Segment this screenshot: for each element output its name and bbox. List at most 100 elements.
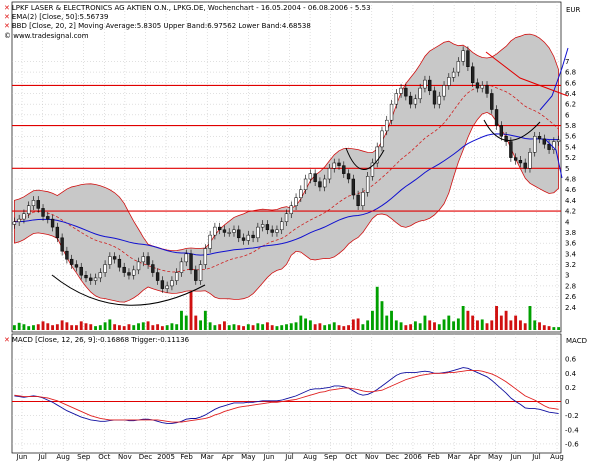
candle-body bbox=[437, 95, 441, 105]
close-icon[interactable]: ✕ bbox=[4, 22, 10, 30]
candle-body bbox=[408, 95, 413, 105]
candle-body bbox=[471, 66, 475, 84]
macd-tick-label: 0.6 bbox=[565, 356, 577, 364]
macd-tick-label: -0.4 bbox=[565, 426, 579, 434]
candle-body bbox=[36, 200, 40, 209]
volume-bar bbox=[404, 325, 408, 330]
candle-body bbox=[394, 93, 398, 105]
volume-bar bbox=[32, 325, 35, 330]
volume-bar bbox=[442, 319, 446, 330]
candle-body bbox=[175, 272, 179, 281]
candle-body bbox=[356, 194, 360, 206]
candle-body bbox=[203, 248, 208, 265]
volume-bar bbox=[199, 320, 203, 330]
candle-body bbox=[294, 197, 298, 206]
volume-bar bbox=[394, 320, 398, 330]
volume-bar bbox=[347, 325, 350, 330]
volume-bar bbox=[509, 320, 513, 330]
volume-bar bbox=[256, 323, 260, 330]
candle-body bbox=[385, 119, 389, 132]
candle-body bbox=[270, 229, 274, 233]
copyright-label: © www.tradesignal.com bbox=[4, 32, 89, 40]
candle-body bbox=[98, 272, 102, 279]
candle-body bbox=[31, 200, 36, 206]
volume-bar bbox=[495, 306, 498, 330]
volume-bar bbox=[471, 315, 475, 330]
price-tick-label: 4 bbox=[565, 218, 570, 226]
candle-body bbox=[404, 87, 408, 97]
candle-body bbox=[117, 258, 122, 268]
candle-body bbox=[170, 280, 174, 287]
volume-bar bbox=[223, 321, 226, 330]
candle-body bbox=[442, 85, 446, 97]
volume-bar bbox=[165, 325, 169, 330]
volume-bar bbox=[180, 310, 183, 330]
candle-body bbox=[65, 250, 69, 260]
candle-body bbox=[308, 173, 313, 180]
macd-unit-label: MACD bbox=[566, 337, 587, 345]
volume-bar bbox=[375, 286, 379, 330]
candle-body bbox=[447, 77, 451, 86]
candle-body bbox=[122, 266, 126, 273]
volume-bar bbox=[65, 322, 69, 330]
candle-body bbox=[461, 50, 465, 62]
close-icon[interactable]: ✕ bbox=[4, 13, 10, 21]
candle-body bbox=[380, 130, 384, 148]
volume-bar bbox=[22, 324, 26, 330]
time-tick-label: 2006 bbox=[404, 453, 422, 461]
volume-bar bbox=[146, 321, 150, 330]
price-tick-label: 3 bbox=[565, 272, 569, 280]
close-icon[interactable]: ✕ bbox=[4, 336, 10, 344]
candle-body bbox=[50, 218, 55, 228]
volume-bar bbox=[251, 325, 255, 330]
volume-bar bbox=[456, 318, 460, 330]
volume-bar bbox=[452, 321, 456, 330]
volume-bar bbox=[308, 320, 312, 330]
candle-body bbox=[280, 221, 284, 231]
macd-tick-label: -0.2 bbox=[565, 412, 579, 420]
volume-bar bbox=[194, 315, 198, 330]
volume-bar bbox=[518, 320, 522, 330]
volume-bar bbox=[242, 326, 245, 330]
candle-body bbox=[108, 256, 112, 265]
volume-bar bbox=[413, 321, 417, 330]
volume-bar bbox=[361, 324, 365, 330]
candle-body bbox=[103, 264, 107, 273]
volume-bar bbox=[261, 324, 265, 330]
volume-bar bbox=[246, 324, 250, 330]
price-tick-label: 5.2 bbox=[565, 154, 576, 162]
volume-bar bbox=[433, 322, 436, 330]
time-tick-label: Apr bbox=[222, 453, 234, 461]
candle-body bbox=[41, 208, 45, 217]
volume-bar bbox=[84, 323, 88, 330]
candle-body bbox=[22, 213, 26, 220]
candle-body bbox=[227, 232, 231, 234]
price-unit-label: EUR bbox=[566, 6, 581, 14]
volume-bar bbox=[160, 326, 164, 330]
volume-bar bbox=[514, 315, 518, 330]
volume-bar bbox=[275, 326, 279, 330]
volume-bar bbox=[103, 322, 107, 330]
volume-bar bbox=[299, 315, 303, 330]
time-tick-label: Feb bbox=[180, 453, 193, 461]
time-tick-label: May bbox=[488, 453, 502, 461]
candle-body bbox=[518, 160, 523, 164]
volume-bar bbox=[55, 324, 59, 330]
stock-chart: 2.4 2.6 2.8 3 3.2 3.4 3.6 3.8 4 4.2 4.4 4.6 4.8 5 5.2 5… bbox=[11, 1, 579, 461]
candle-body bbox=[413, 98, 418, 105]
volume-bar bbox=[523, 323, 527, 330]
volume-bar bbox=[227, 325, 231, 330]
price-tick-label: 2.8 bbox=[565, 282, 576, 290]
close-icon[interactable]: ✕ bbox=[4, 4, 10, 12]
volume-bar bbox=[17, 322, 21, 330]
candle-body bbox=[213, 226, 217, 236]
candle-body bbox=[499, 125, 504, 137]
time-tick-label: Sep bbox=[324, 453, 338, 461]
macd-panel-frame bbox=[11, 333, 562, 454]
volume-bar bbox=[447, 315, 451, 330]
time-tick-label: Aug bbox=[303, 453, 317, 461]
candle-body bbox=[523, 162, 527, 169]
volume-bar bbox=[289, 323, 293, 330]
candle-body bbox=[275, 229, 279, 233]
candle-body bbox=[342, 165, 346, 174]
